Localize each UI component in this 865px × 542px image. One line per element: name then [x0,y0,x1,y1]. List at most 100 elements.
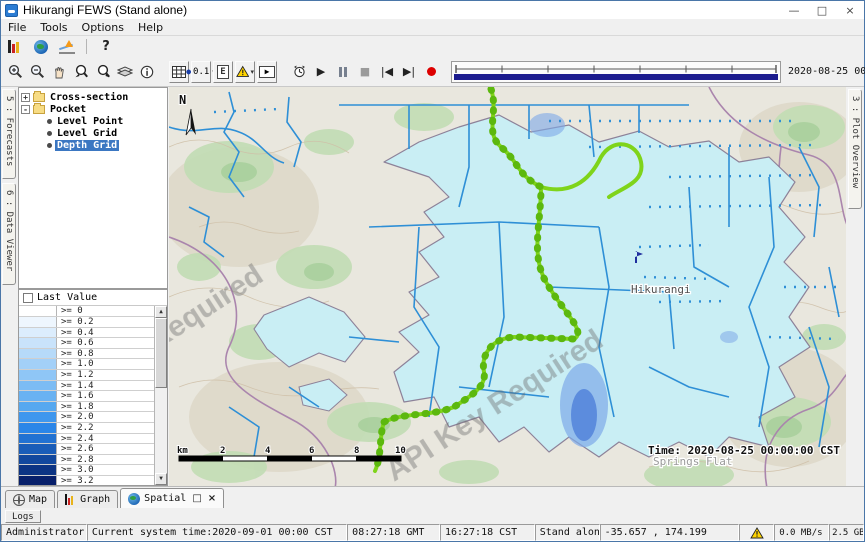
pause-button[interactable] [333,61,353,83]
help-icon: ? [102,39,110,54]
menu-help[interactable]: Help [131,20,170,35]
logs-button[interactable]: Logs [5,510,41,523]
legend-row[interactable]: >= 1.4 [19,381,154,392]
status-warning[interactable] [739,524,774,541]
legend-color-swatch [19,476,57,485]
menu-file[interactable]: File [1,20,33,35]
step-forward-button[interactable]: ▶| [399,61,419,83]
legend-row[interactable]: >= 1.2 [19,370,154,381]
legend-row[interactable]: >= 2.6 [19,444,154,455]
svg-text:6: 6 [309,446,314,456]
legend-scrollbar[interactable]: ▲ ▼ [154,306,167,485]
collapse-icon[interactable]: - [21,105,30,114]
spatial-display-button[interactable] [57,36,77,58]
legend-color-swatch [19,423,57,433]
svg-text:2: 2 [220,446,225,456]
time-slider[interactable] [451,61,781,83]
map-display-button[interactable] [31,36,51,58]
tab-graph[interactable]: Graph [57,490,118,508]
legend-row[interactable]: >= 0.2 [19,317,154,328]
tree-item-label: Level Point [55,116,125,127]
scrollbar-track[interactable] [155,318,167,473]
zoom-out-button[interactable] [27,61,47,83]
legend-row[interactable]: >= 0.8 [19,349,154,360]
tab-maximize-icon[interactable]: □ [192,493,201,504]
close-button[interactable]: × [836,1,864,19]
legend-color-swatch [19,412,57,422]
scroll-down-icon[interactable]: ▼ [155,473,167,485]
chart-arrow-icon [59,40,75,54]
warning-dropdown[interactable]: ▾ [235,61,255,83]
status-memory[interactable]: 2.5 GB [829,524,864,541]
title-bar[interactable]: Hikurangi FEWS (Stand alone) — □ × [1,1,864,19]
time-span-bar[interactable] [454,74,778,80]
label-icon: E [217,65,229,79]
minimize-button[interactable]: — [780,1,808,19]
timeseries-dialog-button[interactable] [5,36,25,58]
legend-row[interactable]: >= 2.0 [19,412,154,423]
legend-threshold-value: >= 2.2 [57,423,94,433]
legend-color-swatch [19,359,57,369]
legend-row[interactable]: >= 0 [19,306,154,317]
step-back-button[interactable]: |◀ [377,61,397,83]
info-button[interactable] [137,61,157,83]
zoom-next-button[interactable] [93,61,113,83]
tab-forecasts[interactable]: 5 : Forecasts [2,89,16,179]
layers-icon [117,65,133,78]
layers-button[interactable] [115,61,135,83]
legend-threshold-value: >= 1.6 [57,391,94,401]
tab-data-viewer[interactable]: 6 : Data Viewer [2,183,16,285]
expand-icon[interactable]: + [21,93,30,102]
interval-dropdown[interactable]: ● 0.1 ▾ [191,61,211,83]
legend-row[interactable]: >= 1.8 [19,402,154,413]
tab-plot-overview[interactable]: 3 : Plot Overview [848,89,862,209]
legend-row[interactable]: >= 2.8 [19,455,154,466]
legend-row[interactable]: >= 1.6 [19,391,154,402]
play-button[interactable]: ▶ [311,61,331,83]
zoom-in-button[interactable] [5,61,25,83]
menu-tools[interactable]: Tools [33,20,74,35]
tree-item-label: Depth Grid [55,140,119,151]
tree-item-cross-section[interactable]: + Cross-section [21,91,165,103]
tree-item-pocket[interactable]: - Pocket [21,103,165,115]
tree-item-level-grid[interactable]: Level Grid [21,127,165,139]
stop-button[interactable]: ■ [355,61,375,83]
step-back-icon: |◀ [381,65,393,78]
legend-row[interactable]: >= 1.0 [19,359,154,370]
legend-row[interactable]: >= 3.0 [19,465,154,476]
warning-icon [750,527,764,539]
tree-item-depth-grid[interactable]: Depth Grid [21,139,165,151]
animation-display-button[interactable]: ▶ [257,61,277,83]
legend-row[interactable]: >= 3.2 [19,476,154,485]
graph-bars-icon [65,494,76,505]
legend-row[interactable]: >= 2.4 [19,434,154,445]
time-settings-button[interactable] [289,61,309,83]
zoom-previous-button[interactable] [71,61,91,83]
last-value-checkbox[interactable] [23,293,33,303]
scroll-up-icon[interactable]: ▲ [155,306,167,318]
scrollbar-thumb[interactable] [155,318,167,388]
spatial-globe-icon [128,493,140,505]
tab-spatial[interactable]: Spatial □ × [120,488,224,508]
legend-row[interactable]: >= 0.6 [19,338,154,349]
map-view[interactable]: API Key Required API Key Required Hikura… [169,87,846,486]
maximize-button[interactable]: □ [808,1,836,19]
label-toggle-button[interactable]: E [213,61,233,83]
tree-item-level-point[interactable]: Level Point [21,115,165,127]
tree-item-label: Level Grid [55,128,119,139]
tab-map[interactable]: Map [5,490,55,508]
map-canvas[interactable]: API Key Required API Key Required Hikura… [169,87,846,486]
svg-text:10: 10 [395,446,406,456]
legend-row[interactable]: >= 2.2 [19,423,154,434]
status-mode: Stand alone [535,524,600,541]
svg-text:km: km [177,446,188,456]
legend-threshold-value: >= 0.8 [57,349,94,359]
pan-button[interactable] [49,61,69,83]
last-value-row[interactable]: Last Value [19,290,167,306]
menu-options[interactable]: Options [75,20,131,35]
legend-row[interactable]: >= 0.4 [19,328,154,339]
tab-close-icon[interactable]: × [208,493,216,504]
interval-dot-icon: ● [186,67,191,76]
record-button[interactable] [421,61,441,83]
help-button[interactable]: ? [96,36,116,58]
